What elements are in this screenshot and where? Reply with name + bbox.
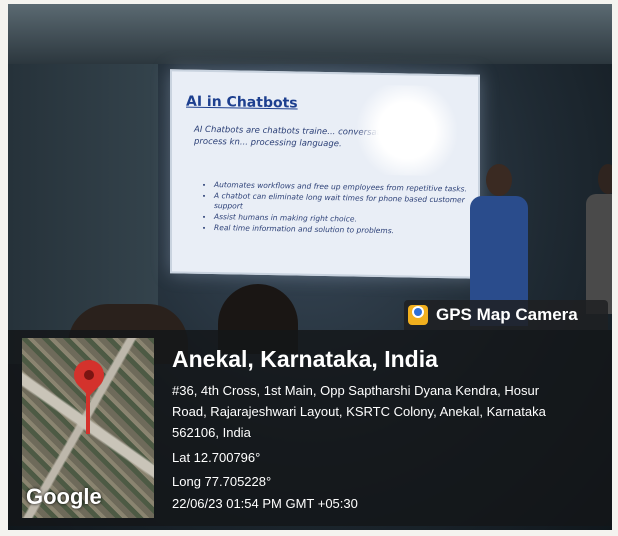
- address-line: Road, Rajarajeshwari Layout, KSRTC Colon…: [172, 404, 546, 419]
- ceiling: [8, 4, 612, 64]
- slide-bullets: Automates workflows and free up employee…: [204, 180, 476, 239]
- google-logo: Google: [26, 484, 102, 509]
- projector-screen: AI in Chatbots AI Chatbots are chatbots …: [170, 69, 480, 279]
- light-glare: [352, 84, 462, 177]
- address: #36, 4th Cross, 1st Main, Opp Saptharshi…: [172, 380, 592, 443]
- place-name: Anekal, Karnataka, India: [172, 346, 438, 372]
- badge-label: GPS Map Camera: [436, 305, 578, 324]
- presenter-head: [486, 164, 512, 196]
- map-thumbnail: Google: [22, 338, 154, 518]
- gps-map-camera-icon: [408, 305, 428, 325]
- location-pin-icon: [67, 353, 111, 397]
- location-pin-icon: [86, 390, 90, 434]
- gps-map-camera-badge: GPS Map Camera: [404, 300, 608, 330]
- longitude: Long 77.705228°: [172, 474, 272, 489]
- timestamp: 22/06/23 01:54 PM GMT +05:30: [172, 496, 358, 511]
- slide-title: AI in Chatbots: [186, 93, 298, 112]
- latitude: Lat 12.700796°: [172, 450, 261, 465]
- address-line: 562106, India: [172, 425, 251, 440]
- address-line: #36, 4th Cross, 1st Main, Opp Saptharshi…: [172, 383, 540, 398]
- person-body: [586, 194, 612, 314]
- person-head: [598, 164, 612, 194]
